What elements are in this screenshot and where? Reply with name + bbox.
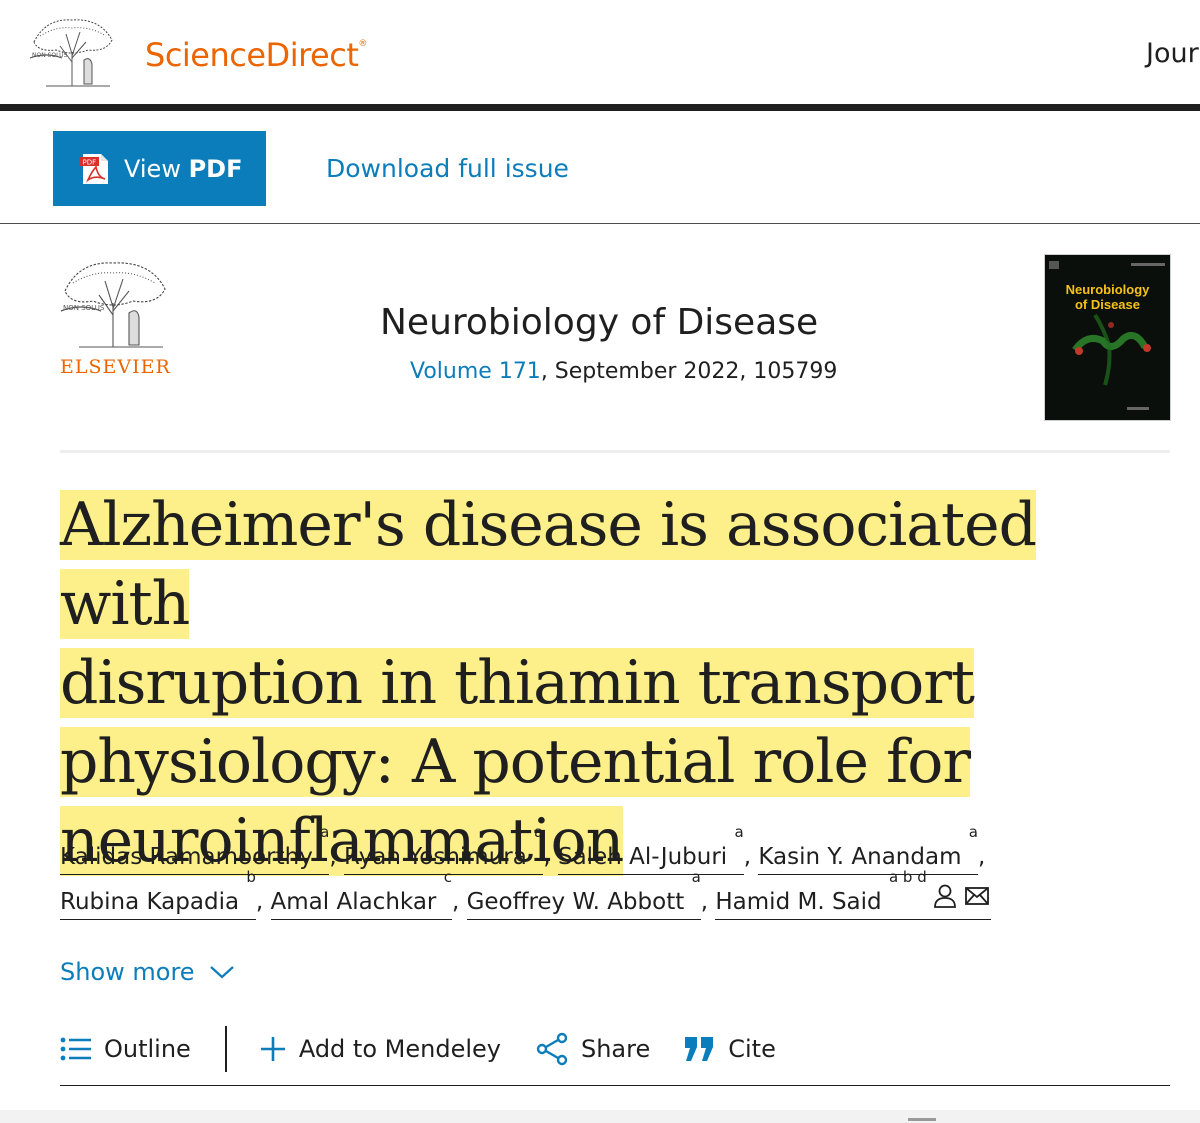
journals-nav-link[interactable]: Jour xyxy=(1146,38,1199,69)
affiliation-marker: a xyxy=(968,823,978,841)
svg-text:PDF: PDF xyxy=(83,158,97,166)
cite-label: Cite xyxy=(728,1035,776,1063)
title-line: disruption in thiamin transport xyxy=(60,648,975,718)
sciencedirect-logo[interactable]: ScienceDirect® xyxy=(145,36,367,74)
author-link[interactable]: Kasin Y. Anandam a xyxy=(758,825,978,875)
envelope-icon xyxy=(964,887,989,905)
cite-button[interactable]: Cite xyxy=(684,1035,776,1063)
cover-title: Neurobiology of Disease xyxy=(1065,282,1150,312)
share-label: Share xyxy=(580,1035,651,1063)
page-bottom-strip xyxy=(0,1110,1200,1123)
scroll-indicator xyxy=(908,1118,936,1121)
plus-icon xyxy=(260,1037,285,1061)
outline-button[interactable]: Outline xyxy=(60,1035,191,1063)
author-link[interactable]: Kalidas Ramamoorthy a xyxy=(60,825,330,875)
author-list: Kalidas Ramamoorthy a, Ryan Yoshimura a,… xyxy=(60,825,1170,925)
chevron-down-icon xyxy=(209,966,234,979)
author-link[interactable]: Geoffrey W. Abbott a xyxy=(466,870,701,920)
journal-cover-image[interactable]: Neurobiology of Disease xyxy=(1045,255,1170,420)
share-icon xyxy=(536,1032,568,1066)
author-link[interactable]: Saleh Al-Juburi a xyxy=(557,825,744,875)
svg-text:NON SOLUS: NON SOLUS xyxy=(63,304,105,312)
author-link[interactable]: Rubina Kapadia b xyxy=(60,870,256,920)
elsevier-wordmark: ELSEVIER xyxy=(60,356,171,378)
elsevier-tree-logo[interactable]: NON SOLUS xyxy=(26,12,118,92)
toolbar-divider xyxy=(224,1026,227,1072)
show-more-button[interactable]: Show more xyxy=(60,958,235,986)
person-icon xyxy=(933,884,956,908)
svg-text:NON SOLUS: NON SOLUS xyxy=(32,52,68,59)
list-icon xyxy=(60,1037,91,1061)
header-divider xyxy=(0,104,1200,111)
quote-icon xyxy=(685,1037,714,1061)
volume-details: , September 2022, 105799 xyxy=(540,359,838,384)
affiliation-marker: a xyxy=(734,823,744,841)
affiliation-marker: a xyxy=(534,823,544,841)
title-line: physiology: A potential role for xyxy=(60,727,971,797)
cover-artwork xyxy=(1045,255,1170,420)
journal-title[interactable]: Neurobiology of Disease xyxy=(380,302,818,343)
article-toolbar: Outline Add to Mendeley Share Cite xyxy=(60,1024,810,1074)
add-to-mendeley-button[interactable]: Add to Mendeley xyxy=(259,1035,501,1063)
affiliation-marker: a xyxy=(320,823,330,841)
download-full-issue-link[interactable]: Download full issue xyxy=(326,154,569,183)
author-contact-icons xyxy=(933,880,991,925)
volume-info: Volume 171, September 2022, 105799 xyxy=(410,359,837,384)
author-link[interactable]: Amal Alachkar c xyxy=(270,870,452,920)
volume-link[interactable]: Volume 171 xyxy=(410,359,541,384)
affiliation-marker: a b d xyxy=(888,868,927,886)
action-bar-divider xyxy=(0,223,1200,224)
affiliation-marker: c xyxy=(443,868,452,886)
affiliation-marker: a xyxy=(691,868,701,886)
publication-divider xyxy=(60,450,1170,453)
outline-label: Outline xyxy=(104,1035,191,1063)
title-line: Alzheimer's disease is associated with xyxy=(60,490,1037,639)
view-pdf-label: View PDF xyxy=(124,154,243,183)
affiliation-marker: b xyxy=(246,868,256,886)
toolbar-divider-line xyxy=(60,1085,1170,1086)
view-pdf-button[interactable]: PDF View PDF xyxy=(53,131,266,206)
author-link-corresponding[interactable]: Hamid M. Said a b d xyxy=(715,870,991,920)
share-button[interactable]: Share xyxy=(535,1032,650,1066)
show-more-label: Show more xyxy=(60,958,195,986)
elsevier-tree-logo[interactable]: NON SOLUS xyxy=(57,255,171,353)
brand-name: ScienceDirect xyxy=(145,36,359,74)
registered-mark: ® xyxy=(358,39,367,50)
article-title: Alzheimer's disease is associated with d… xyxy=(60,486,1180,881)
pdf-icon: PDF xyxy=(80,153,108,184)
mendeley-label: Add to Mendeley xyxy=(298,1035,501,1063)
